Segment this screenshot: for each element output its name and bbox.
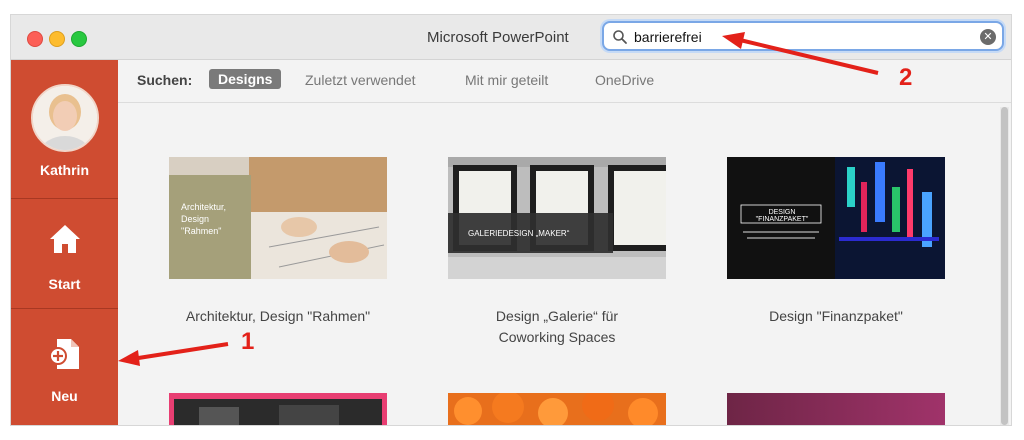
- annotation-label-1: 1: [241, 328, 255, 355]
- annotation-arrow-2: [722, 32, 879, 75]
- annotation-label-2: 2: [899, 64, 913, 91]
- annotation-overlay: [118, 32, 879, 366]
- annotation-arrow-1: [118, 342, 229, 366]
